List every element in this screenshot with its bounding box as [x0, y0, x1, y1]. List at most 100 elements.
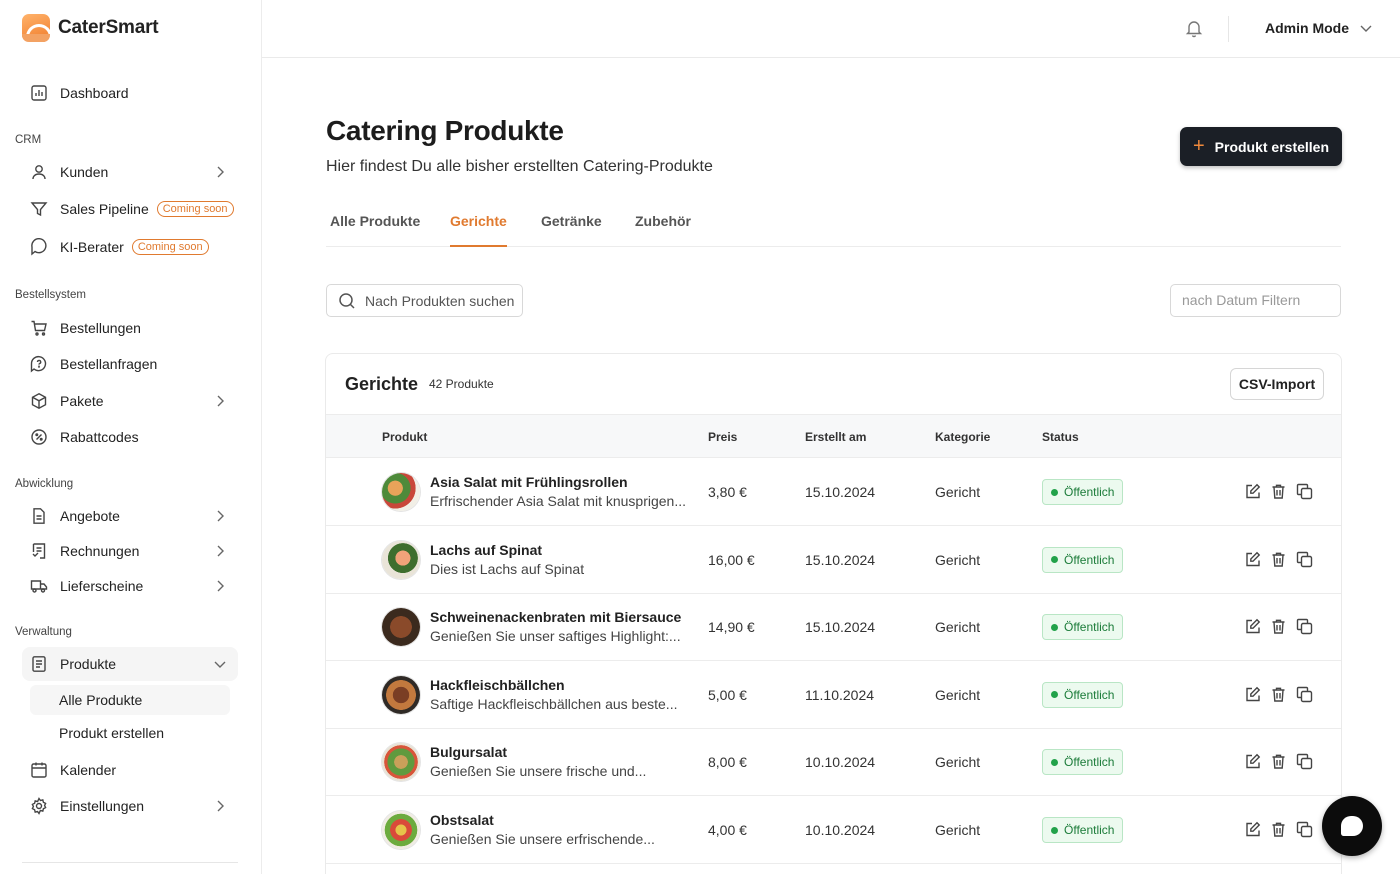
trash-icon[interactable]: [1270, 821, 1287, 838]
status-badge: Öffentlich: [1042, 614, 1124, 641]
table-row[interactable]: Obstsalat Genießen Sie unsere erfrischen…: [326, 796, 1341, 864]
table-row[interactable]: Schweinenackenbraten mit Biersauce Genie…: [326, 593, 1341, 662]
status-badge: Öffentlich: [1042, 681, 1124, 708]
chart-icon: [30, 84, 48, 102]
admin-mode-dropdown[interactable]: Admin Mode: [1265, 20, 1373, 36]
copy-icon[interactable]: [1296, 821, 1313, 838]
app-logo[interactable]: CaterSmart: [22, 14, 159, 42]
sidebar-item-angebote[interactable]: Angebote: [22, 499, 238, 533]
copy-icon[interactable]: [1296, 551, 1313, 568]
edit-icon[interactable]: [1244, 821, 1261, 838]
admin-mode-label: Admin Mode: [1265, 20, 1349, 36]
sidebar-item-einstellungen[interactable]: Einstellungen: [22, 789, 238, 823]
section-label-bestellsystem: Bestellsystem: [15, 289, 86, 301]
package-icon: [30, 392, 48, 410]
tab-getraenke[interactable]: Getränke: [541, 213, 602, 247]
sidebar-divider: [22, 862, 238, 863]
product-price: 8,00 €: [708, 754, 747, 771]
table-row[interactable]: Bulgursalat Genießen Sie unsere frische …: [326, 728, 1341, 797]
sidebar-item-rechnungen[interactable]: Rechnungen: [22, 534, 238, 568]
row-actions: [1244, 821, 1313, 838]
create-product-button[interactable]: + Produkt erstellen: [1180, 127, 1342, 166]
section-label-verwaltung: Verwaltung: [15, 626, 72, 638]
top-bar: Admin Mode: [262, 0, 1400, 58]
product-description: Saftige Hackfleischbällchen aus beste...: [430, 695, 678, 712]
row-actions: [1244, 551, 1313, 568]
search-placeholder: Nach Produkten suchen: [365, 292, 515, 309]
sidebar-item-sales-pipeline[interactable]: Sales Pipeline Coming soon: [22, 192, 238, 226]
tab-gerichte[interactable]: Gerichte: [450, 213, 507, 247]
table-header: Produkt Preis Erstellt am Kategorie Stat…: [326, 414, 1341, 458]
user-icon: [30, 163, 48, 181]
product-name[interactable]: Bulgursalat: [430, 744, 507, 760]
tab-zubehoer[interactable]: Zubehör: [635, 213, 691, 247]
edit-icon[interactable]: [1244, 551, 1261, 568]
copy-icon[interactable]: [1296, 753, 1313, 770]
product-created-date: 10.10.2024: [805, 822, 876, 838]
column-header-kategorie[interactable]: Kategorie: [935, 430, 990, 444]
sidebar-item-rabattcodes[interactable]: Rabattcodes: [22, 420, 238, 454]
sidebar-item-lieferscheine[interactable]: Lieferscheine: [22, 569, 238, 603]
edit-icon[interactable]: [1244, 618, 1261, 635]
sidebar-item-kalender[interactable]: Kalender: [22, 753, 238, 787]
product-price: 5,00 €: [708, 686, 747, 703]
product-description: Genießen Sie unsere frische und...: [430, 763, 647, 780]
edit-icon[interactable]: [1244, 686, 1261, 703]
column-header-status[interactable]: Status: [1042, 430, 1079, 444]
sidebar-item-ki-berater[interactable]: KI-Berater Coming soon: [22, 230, 238, 264]
column-header-preis[interactable]: Preis: [708, 430, 737, 444]
search-input[interactable]: Nach Produkten suchen: [326, 284, 523, 317]
status-dot-icon: [1051, 691, 1058, 699]
chat-widget-button[interactable]: [1322, 796, 1382, 856]
edit-icon[interactable]: [1244, 483, 1261, 500]
product-category: Gericht: [935, 822, 981, 838]
page-subtitle: Hier findest Du alle bisher erstellten C…: [326, 158, 713, 175]
column-header-produkt[interactable]: Produkt: [382, 430, 427, 444]
trash-icon[interactable]: [1270, 686, 1287, 703]
sidebar-item-bestellungen[interactable]: Bestellungen: [22, 311, 238, 345]
copy-icon[interactable]: [1296, 686, 1313, 703]
sidebar-subitem-alle-produkte[interactable]: Alle Produkte: [30, 685, 230, 715]
row-actions: [1244, 686, 1313, 703]
date-filter-input[interactable]: nach Datum Filtern: [1170, 284, 1341, 317]
sidebar-item-bestellanfragen[interactable]: Bestellanfragen: [22, 347, 238, 381]
edit-icon[interactable]: [1244, 753, 1261, 770]
column-header-erstellt-am[interactable]: Erstellt am: [805, 430, 866, 444]
sidebar-item-produkte[interactable]: Produkte: [22, 647, 238, 681]
trash-icon[interactable]: [1270, 551, 1287, 568]
product-name[interactable]: Asia Salat mit Frühlingsrollen: [430, 474, 628, 490]
status-dot-icon: [1051, 758, 1058, 766]
product-list-icon: [30, 655, 48, 673]
table-row[interactable]: Lachs auf Spinat Dies ist Lachs auf Spin…: [326, 526, 1341, 594]
product-name[interactable]: Hackfleischbällchen: [430, 677, 565, 693]
sidebar-item-kunden[interactable]: Kunden: [22, 155, 238, 189]
gear-icon: [30, 797, 48, 815]
table-row[interactable]: Asia Salat mit Frühlingsrollen Erfrische…: [326, 458, 1341, 526]
product-name[interactable]: Lachs auf Spinat: [430, 542, 542, 558]
trash-icon[interactable]: [1270, 618, 1287, 635]
topbar-separator: [1228, 16, 1229, 42]
trash-icon[interactable]: [1270, 483, 1287, 500]
funnel-icon: [30, 200, 48, 218]
section-label-abwicklung: Abwicklung: [15, 478, 74, 490]
copy-icon[interactable]: [1296, 618, 1313, 635]
status-label: Öffentlich: [1064, 687, 1115, 702]
create-product-label: Produkt erstellen: [1214, 138, 1330, 155]
product-thumbnail: [382, 473, 420, 511]
copy-icon[interactable]: [1296, 483, 1313, 500]
sidebar-subitem-produkt-erstellen[interactable]: Produkt erstellen: [30, 718, 230, 748]
trash-icon[interactable]: [1270, 753, 1287, 770]
product-price: 16,00 €: [708, 551, 755, 568]
tab-alle-produkte[interactable]: Alle Produkte: [330, 213, 420, 247]
sidebar-item-dashboard[interactable]: Dashboard: [22, 76, 238, 110]
product-category: Gericht: [935, 484, 981, 500]
table-row[interactable]: Hackfleischbällchen Saftige Hackfleischb…: [326, 661, 1341, 729]
bell-icon[interactable]: [1184, 18, 1204, 38]
product-description: Erfrischender Asia Salat mit knusprigen.…: [430, 493, 687, 509]
product-tabs: Alle Produkte Gerichte Getränke Zubehör: [326, 208, 1341, 247]
product-name[interactable]: Obstsalat: [430, 812, 494, 828]
product-name[interactable]: Schweinenackenbraten mit Biersauce: [430, 609, 681, 625]
sidebar-item-label: KI-Berater: [60, 239, 124, 255]
csv-import-button[interactable]: CSV-Import: [1230, 368, 1324, 400]
sidebar-item-pakete[interactable]: Pakete: [22, 384, 238, 418]
